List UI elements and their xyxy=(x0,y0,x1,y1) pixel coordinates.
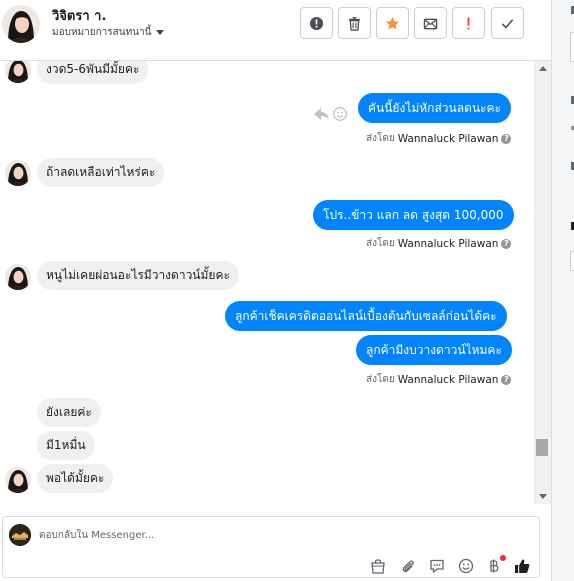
help-icon[interactable]: ? xyxy=(501,133,512,144)
message-outgoing: ลูกค้ามีงบวางดาวน์ไหมคะ xyxy=(356,335,512,365)
checkmark-icon xyxy=(501,18,514,29)
assign-label: มอบหมายการสนทนานี้ xyxy=(52,27,152,38)
sent-by-prefix: ส่งโดย xyxy=(366,238,395,249)
sender-name[interactable]: Wannaluck Pilawan xyxy=(398,133,499,145)
message-text: ถ้าลดเหลือเท่าไหร่คะ xyxy=(37,158,165,187)
exclamation-icon xyxy=(467,16,470,29)
message-text: พอได้มั้ยคะ xyxy=(37,464,114,493)
message-incoming: ยังเลยค่ะ xyxy=(37,398,101,427)
conversation-header: วิจิตรา า. มอบหมายการสนทนานี้ xyxy=(0,0,551,61)
shop-icon[interactable] xyxy=(369,557,387,575)
sent-by-label: ส่งโดย Wannaluck Pilawan ? xyxy=(366,236,512,251)
caret-down-icon xyxy=(156,30,165,35)
contact-avatar[interactable] xyxy=(2,5,40,43)
message-incoming: หนูไม่เคยผ่อนอะไรมีวางดาวน์มั้ยคะ xyxy=(37,261,239,290)
reaction-smiley-icon[interactable] xyxy=(333,107,347,121)
star-button[interactable] xyxy=(376,7,409,39)
message-incoming: งวด5-6พันมีมั้ยคะ xyxy=(37,61,149,84)
thread-scrollbar[interactable] xyxy=(534,61,551,504)
message-text: งวด5-6พันมีมั้ยคะ xyxy=(37,61,149,84)
message-outgoing: คันนี้ยังไม่หักส่วนลดนะคะ xyxy=(358,93,511,123)
message-text: คันนี้ยังไม่หักส่วนลดนะคะ xyxy=(358,93,511,123)
message-incoming: ถ้าลดเหลือเท่าไหร่คะ xyxy=(37,158,165,187)
message-text: ลูกค้าเช็คเครดิตออนไลน์เบื้องต้นกับเซลล์… xyxy=(225,301,507,331)
notification-dot xyxy=(500,555,506,561)
emoji-icon[interactable] xyxy=(457,557,475,575)
scroll-up-arrow-icon[interactable] xyxy=(539,66,547,71)
alert-button[interactable] xyxy=(300,7,333,39)
contact-name[interactable]: วิจิตรา า. xyxy=(52,5,106,26)
mark-unread-button[interactable] xyxy=(414,7,447,39)
reply-icon[interactable] xyxy=(314,108,329,120)
exclamation-circle-icon xyxy=(309,16,324,30)
contact-avatar-small xyxy=(5,160,31,186)
contact-avatar-small xyxy=(5,264,31,290)
message-thread[interactable]: งวด5-6พันมีมั้ยคะ คันนี้ยังไม่หักส่วนลดน… xyxy=(0,61,534,504)
message-actions xyxy=(312,105,348,127)
saved-replies-icon[interactable] xyxy=(428,557,446,575)
details-panel xyxy=(551,0,574,581)
done-button[interactable] xyxy=(491,7,524,39)
composer-area xyxy=(0,504,551,581)
message-text: โปร..ข้าว แลก ลด สูงสุด 100,000 xyxy=(313,200,514,230)
panel-box xyxy=(570,32,574,62)
message-outgoing: โปร..ข้าว แลก ลด สูงสุด 100,000 xyxy=(313,200,514,230)
sent-by-label: ส่งโดย Wannaluck Pilawan ? xyxy=(366,131,512,146)
sent-by-prefix: ส่งโดย xyxy=(366,374,395,385)
scroll-down-arrow-icon[interactable] xyxy=(539,494,547,499)
envelope-icon xyxy=(423,18,438,29)
message-text: หนูไม่เคยผ่อนอะไรมีวางดาวน์มั้ยคะ xyxy=(37,261,239,290)
sender-name[interactable]: Wannaluck Pilawan xyxy=(398,374,499,386)
paperclip-icon[interactable] xyxy=(399,557,417,575)
panel-box xyxy=(570,251,574,271)
delete-button[interactable] xyxy=(338,7,371,39)
message-text: มี1หมื่น xyxy=(37,431,95,460)
reply-input[interactable] xyxy=(39,526,479,544)
sender-name[interactable]: Wannaluck Pilawan xyxy=(398,238,499,250)
message-text: ลูกค้ามีงบวางดาวน์ไหมคะ xyxy=(356,335,512,365)
sent-by-prefix: ส่งโดย xyxy=(366,133,395,144)
like-thumb-icon[interactable] xyxy=(513,557,531,575)
help-icon[interactable]: ? xyxy=(501,238,512,249)
page-avatar xyxy=(9,524,31,546)
trash-icon xyxy=(348,16,361,31)
message-outgoing: ลูกค้าเช็คเครดิตออนไลน์เบื้องต้นกับเซลล์… xyxy=(225,301,507,331)
scroll-thumb[interactable] xyxy=(536,439,548,456)
message-text: ยังเลยค่ะ xyxy=(37,398,101,427)
composer-box[interactable] xyxy=(2,516,540,578)
contact-avatar-small xyxy=(5,467,31,493)
spam-button[interactable] xyxy=(452,7,485,39)
message-incoming: มี1หมื่น xyxy=(37,431,95,460)
assign-conversation-dropdown[interactable]: มอบหมายการสนทนานี้ xyxy=(52,25,165,40)
contact-avatar-small xyxy=(5,61,31,83)
help-icon[interactable]: ? xyxy=(501,374,512,385)
star-icon xyxy=(385,16,400,29)
message-incoming: พอได้มั้ยคะ xyxy=(37,464,114,493)
sent-by-label: ส่งโดย Wannaluck Pilawan ? xyxy=(366,372,512,387)
